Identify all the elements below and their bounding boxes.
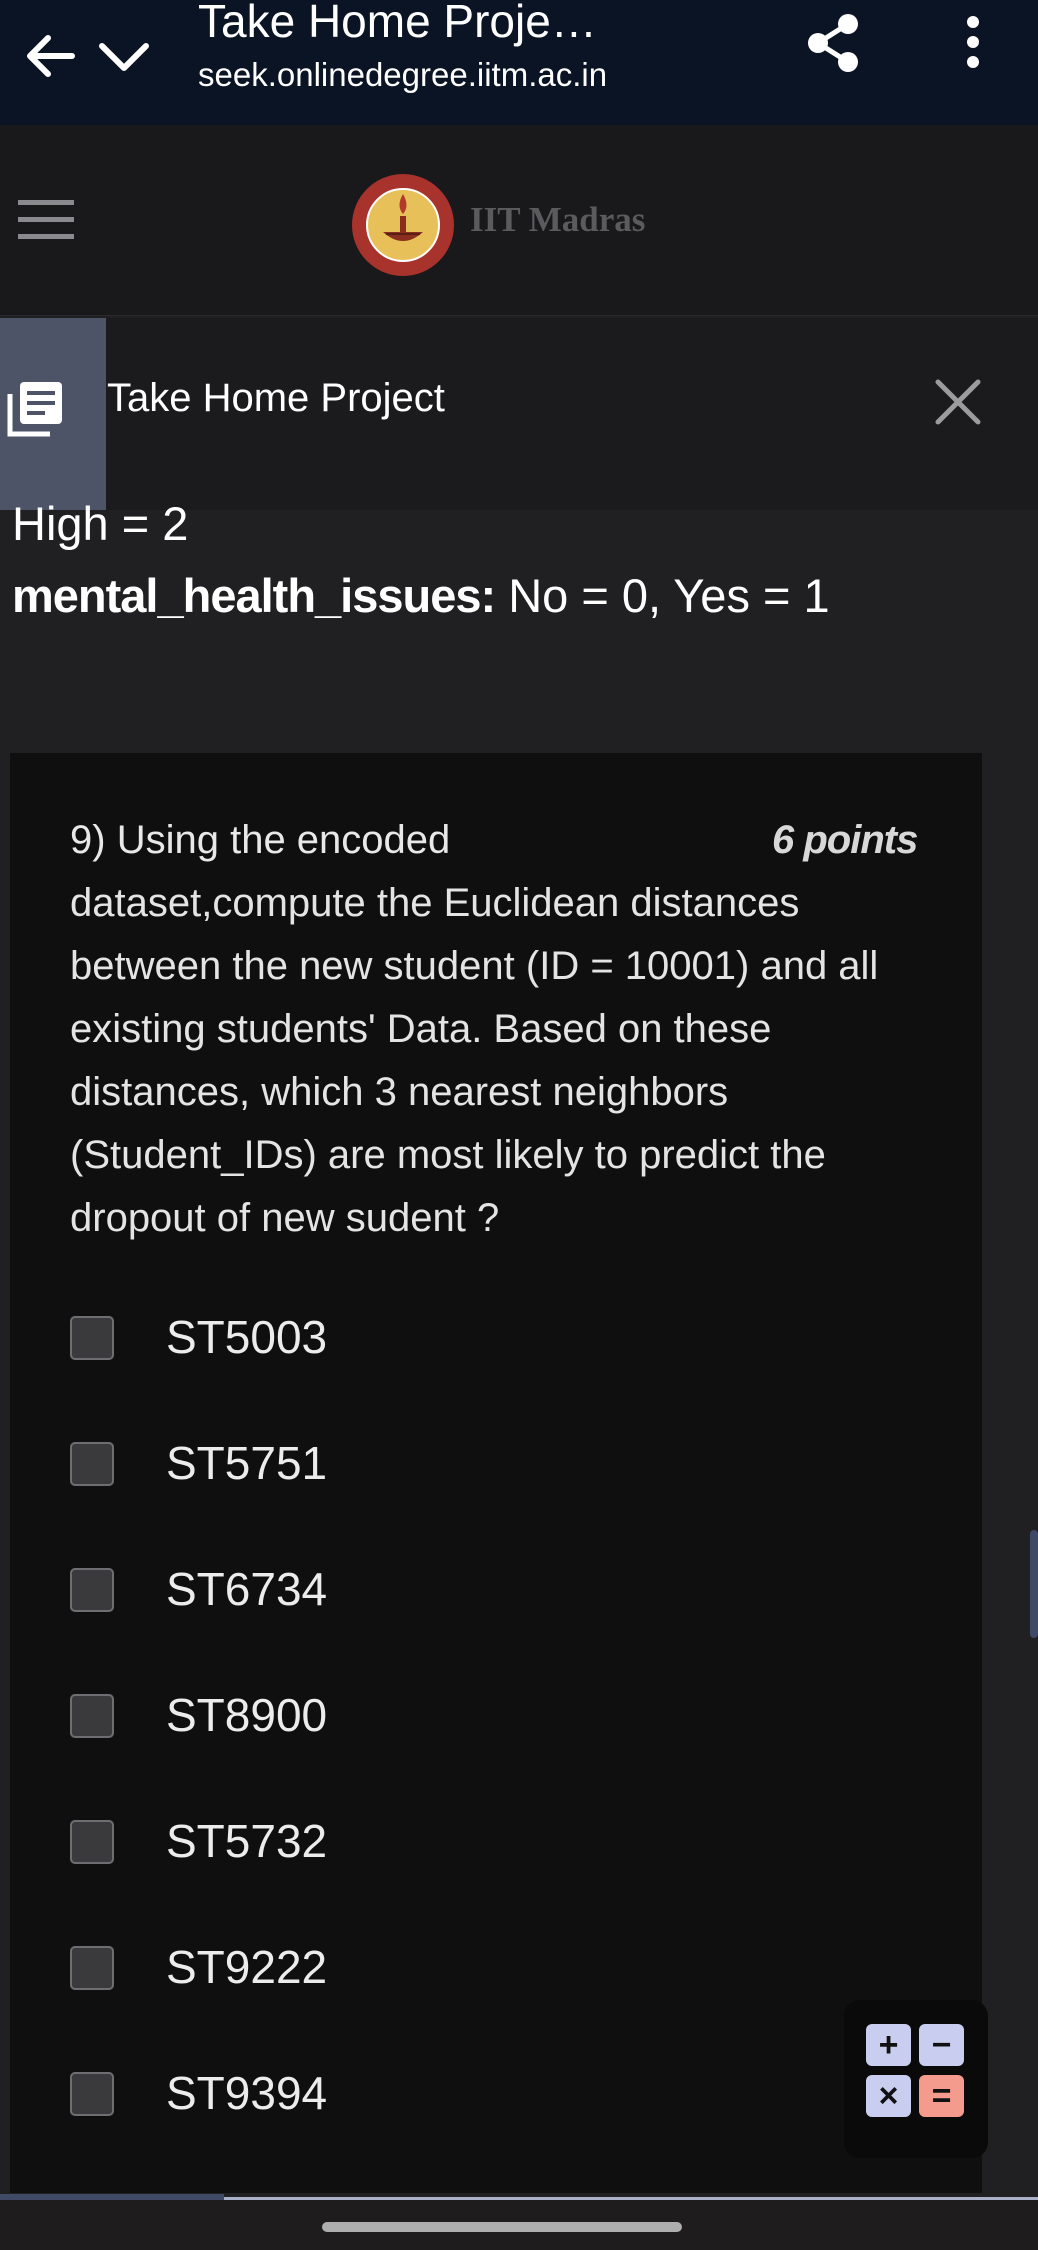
option-checkbox-4[interactable] bbox=[70, 1694, 114, 1738]
document-stack-icon[interactable] bbox=[4, 378, 66, 440]
option-checkbox-2[interactable] bbox=[70, 1442, 114, 1486]
option-label-5[interactable]: ST5732 bbox=[166, 1814, 327, 1868]
scrollbar-thumb[interactable] bbox=[1030, 1530, 1038, 1638]
home-gesture-pill[interactable] bbox=[322, 2222, 682, 2232]
content-text-mental-health: mental_health_issues: No = 0, Yes = 1 bbox=[12, 568, 830, 623]
close-icon[interactable] bbox=[932, 376, 984, 428]
content-text-high: High = 2 bbox=[12, 497, 189, 550]
option-label-7[interactable]: ST9394 bbox=[166, 2066, 327, 2120]
question-number: 9) Using the encoded bbox=[70, 818, 451, 862]
option-label-2[interactable]: ST5751 bbox=[166, 1436, 327, 1490]
option-label-1[interactable]: ST5003 bbox=[166, 1310, 327, 1364]
calculator-multiply-icon: × bbox=[866, 2075, 911, 2117]
hamburger-menu-icon[interactable] bbox=[18, 198, 74, 242]
chevron-down-icon[interactable] bbox=[96, 30, 152, 86]
option-label-4[interactable]: ST8900 bbox=[166, 1688, 327, 1742]
question-line-1: dataset,compute the Euclidean distances bbox=[70, 881, 800, 925]
option-checkbox-5[interactable] bbox=[70, 1820, 114, 1864]
back-arrow-icon[interactable] bbox=[22, 28, 78, 84]
question-line-6: dropout of new sudent ? bbox=[70, 1196, 500, 1240]
option-checkbox-6[interactable] bbox=[70, 1946, 114, 1990]
calculator-minus-icon: − bbox=[919, 2024, 964, 2066]
option-label-3[interactable]: ST6734 bbox=[166, 1562, 327, 1616]
question-line-0: Using the encoded bbox=[116, 818, 451, 862]
question-line-4: distances, which 3 nearest neighbors bbox=[70, 1070, 729, 1114]
project-title: Take Home Project bbox=[107, 376, 445, 420]
iitm-logo-seal-icon[interactable] bbox=[350, 172, 456, 278]
content-key: mental_health_issues: bbox=[12, 569, 496, 622]
content-value: No = 0, Yes = 1 bbox=[495, 569, 830, 622]
option-label-6[interactable]: ST9222 bbox=[166, 1940, 327, 1994]
question-line-5: (Student_IDs) are most likely to predict… bbox=[70, 1133, 826, 1177]
share-icon[interactable] bbox=[800, 10, 866, 76]
option-checkbox-7[interactable] bbox=[70, 2072, 114, 2116]
tab-title: Take Home Proje… bbox=[198, 0, 597, 47]
question-line-2: between the new student (ID = 10001) and… bbox=[70, 944, 879, 988]
option-checkbox-1[interactable] bbox=[70, 1316, 114, 1360]
calculator-plus-icon: + bbox=[866, 2024, 911, 2066]
calculator-equals-icon: = bbox=[919, 2075, 964, 2117]
option-checkbox-3[interactable] bbox=[70, 1568, 114, 1612]
logo-text[interactable]: IIT Madras bbox=[470, 200, 645, 240]
more-vertical-icon[interactable] bbox=[955, 12, 991, 72]
page-url[interactable]: seek.onlinedegree.iitm.ac.in bbox=[198, 56, 607, 94]
question-points: 6 points bbox=[772, 818, 918, 862]
question-line-3: existing students' Data. Based on these bbox=[70, 1007, 772, 1051]
